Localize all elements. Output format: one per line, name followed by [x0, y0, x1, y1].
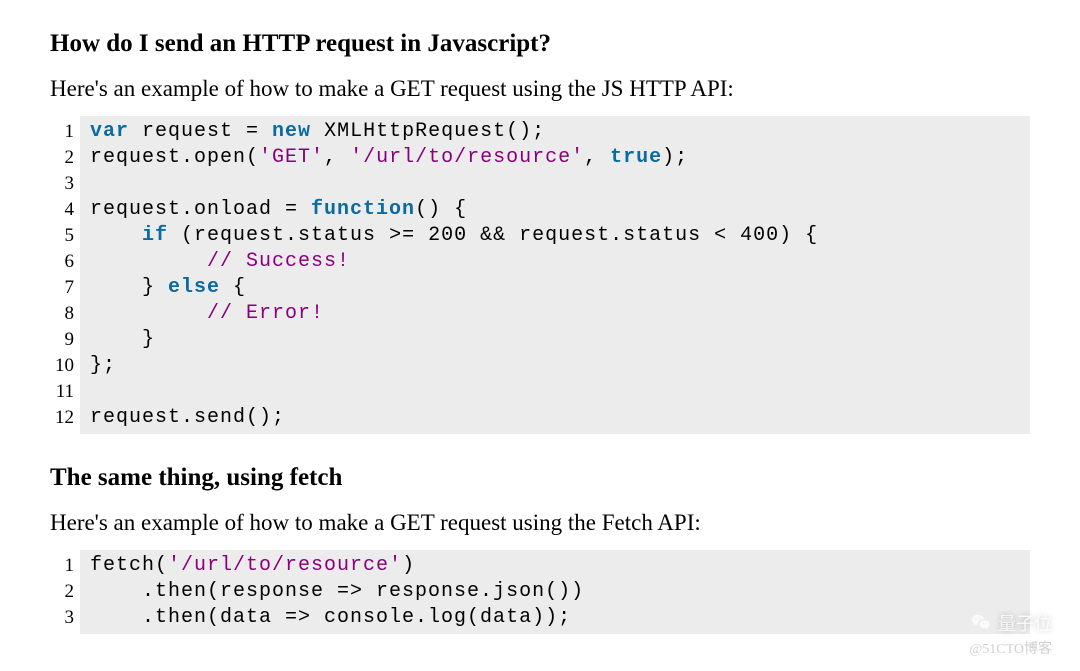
line-number: 9: [50, 327, 74, 353]
line-number: 7: [50, 275, 74, 301]
code-block-2: 123 fetch('/url/to/resource') .then(resp…: [50, 550, 1030, 634]
line-number: 2: [50, 579, 74, 605]
code-content: fetch('/url/to/resource') .then(response…: [80, 550, 1030, 634]
line-number: 2: [50, 145, 74, 171]
line-number: 8: [50, 301, 74, 327]
line-number: 3: [50, 171, 74, 197]
line-number-gutter: 123: [50, 550, 80, 634]
line-number: 5: [50, 223, 74, 249]
section-intro-2: Here's an example of how to make a GET r…: [50, 510, 1030, 536]
line-number-gutter: 123456789101112: [50, 116, 80, 434]
line-number: 12: [50, 405, 74, 431]
section-heading-1: How do I send an HTTP request in Javascr…: [50, 30, 1030, 58]
line-number: 1: [50, 553, 74, 579]
line-number: 1: [50, 119, 74, 145]
line-number: 6: [50, 249, 74, 275]
line-number: 3: [50, 605, 74, 631]
line-number: 10: [50, 353, 74, 379]
code-block-1: 123456789101112 var request = new XMLHtt…: [50, 116, 1030, 434]
section-intro-1: Here's an example of how to make a GET r…: [50, 76, 1030, 102]
watermark-sub: @51CTO博客: [969, 638, 1052, 658]
code-content: var request = new XMLHttpRequest(); requ…: [80, 116, 1030, 434]
line-number: 11: [50, 379, 74, 405]
line-number: 4: [50, 197, 74, 223]
section-heading-2: The same thing, using fetch: [50, 464, 1030, 492]
